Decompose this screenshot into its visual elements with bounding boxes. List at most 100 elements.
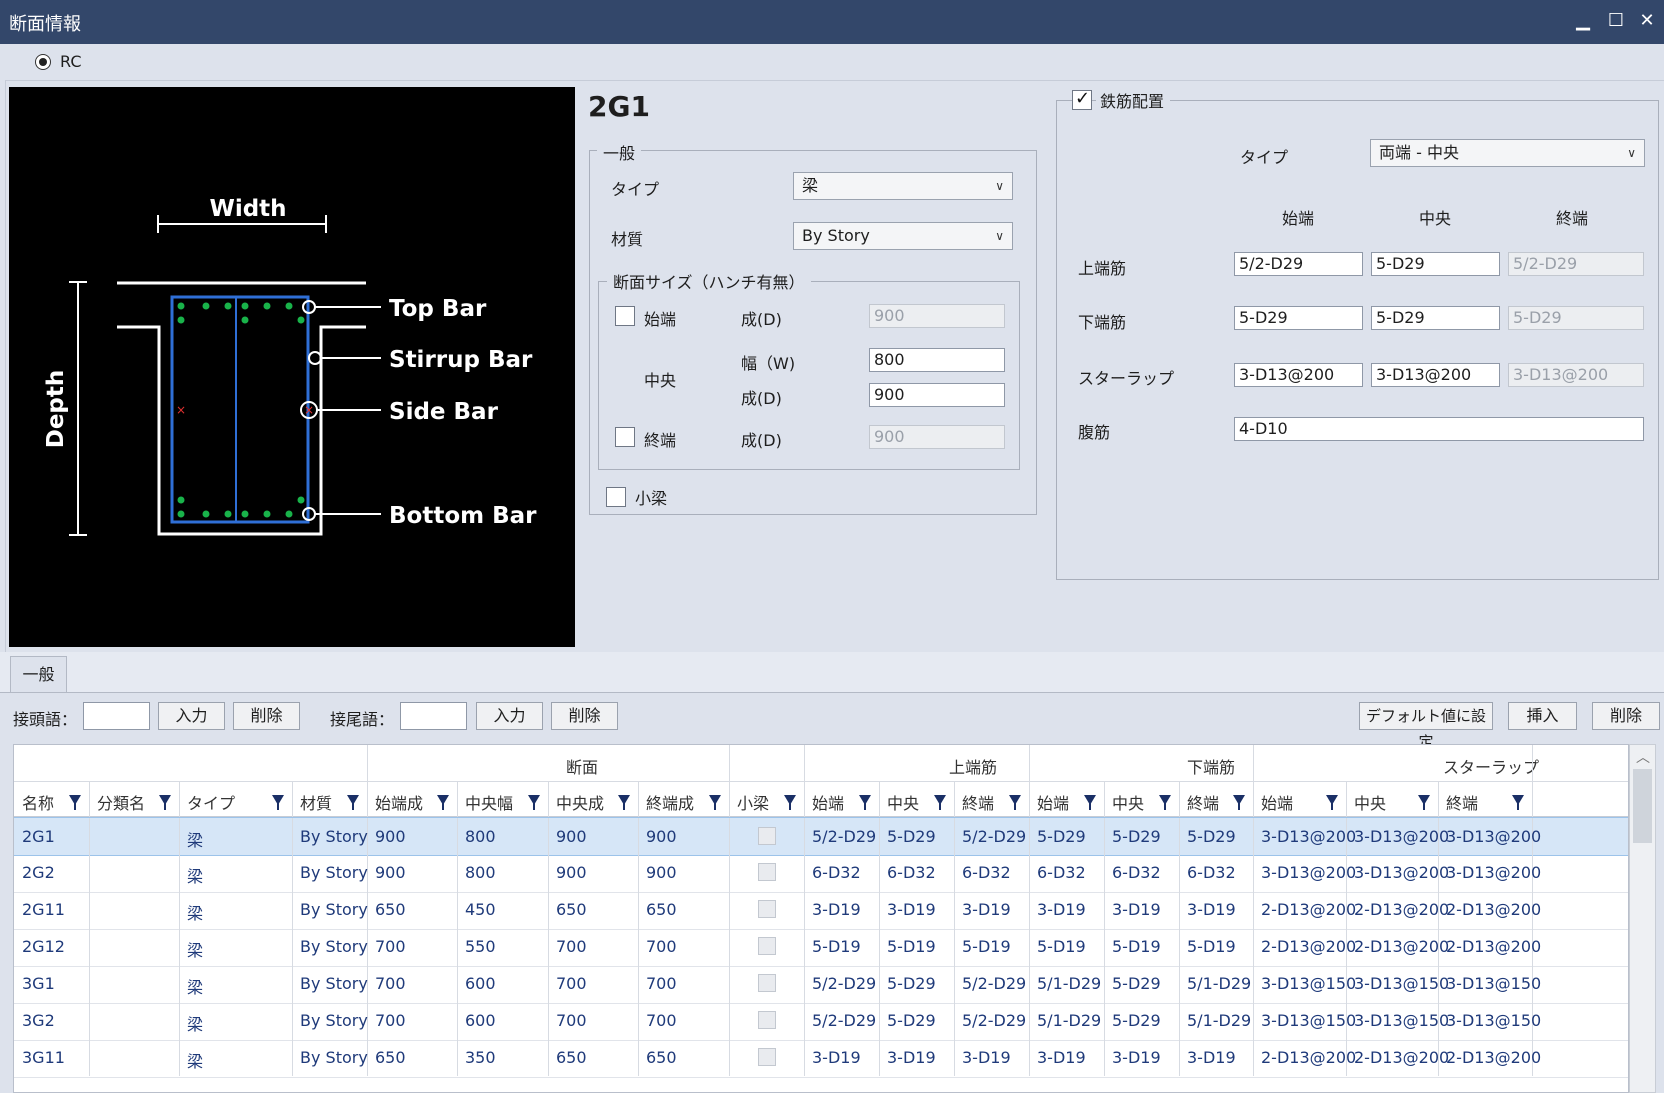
small-beam-cell-checkbox[interactable]: [758, 900, 776, 918]
table-row[interactable]: 2G1 梁 By Story 900 800 900 900 5/2-D29 5-D29 5/2-…: [14, 817, 1628, 856]
cell-stirrup-end[interactable]: 2-D13@200: [1446, 937, 1541, 956]
cell-top-end[interactable]: 5/2-D29: [962, 1011, 1026, 1030]
center-depth-field[interactable]: 900: [869, 383, 1005, 407]
column-header-category[interactable]: 分類名: [97, 790, 145, 814]
stirrup-end-field[interactable]: 3-D13@200: [1508, 363, 1644, 387]
cell-center-depth[interactable]: 700: [556, 974, 587, 993]
top-bar-start-field[interactable]: 5/2-D29: [1234, 252, 1363, 276]
prefix-input[interactable]: [83, 702, 150, 730]
cell-top-end[interactable]: 3-D19: [962, 1048, 1011, 1067]
cell-name[interactable]: 3G11: [22, 1048, 65, 1067]
small-beam-cell-checkbox[interactable]: [758, 863, 776, 881]
cell-bottom-end[interactable]: 5-D29: [1187, 827, 1236, 846]
cell-top-center[interactable]: 3-D19: [887, 1048, 936, 1067]
cell-type[interactable]: 梁: [187, 1011, 203, 1035]
cell-name[interactable]: 2G2: [22, 863, 55, 882]
filter-icon[interactable]: [859, 795, 871, 810]
start-depth-field[interactable]: 900: [869, 304, 1005, 328]
cell-material[interactable]: By Story: [300, 827, 368, 846]
cell-center-depth[interactable]: 900: [556, 827, 587, 846]
table-row[interactable]: 3G11 梁 By Story 650 350 650 650 3-D19 3-D19 3-D19…: [14, 1039, 1628, 1078]
cell-center-depth[interactable]: 700: [556, 1011, 587, 1030]
filter-icon[interactable]: [709, 795, 721, 810]
cell-end-depth[interactable]: 700: [646, 937, 677, 956]
cell-center-width[interactable]: 800: [465, 863, 496, 882]
filter-icon[interactable]: [1233, 795, 1245, 810]
cell-stirrup-start[interactable]: 3-D13@200: [1261, 863, 1356, 882]
cell-stirrup-center[interactable]: 3-D13@150: [1354, 974, 1449, 993]
table-row[interactable]: 2G11 梁 By Story 650 450 650 650 3-D19 3-D19 3-D19…: [14, 891, 1628, 930]
cell-top-end[interactable]: 5/2-D29: [962, 974, 1026, 993]
cell-bottom-center[interactable]: 5-D29: [1112, 827, 1161, 846]
cell-stirrup-start[interactable]: 2-D13@200: [1261, 937, 1356, 956]
cell-end-depth[interactable]: 900: [646, 827, 677, 846]
end-haunch-checkbox[interactable]: [615, 427, 635, 447]
filter-icon[interactable]: [347, 795, 359, 810]
close-icon[interactable]: ✕: [1635, 8, 1659, 34]
column-header-bottom-end[interactable]: 終端: [1187, 790, 1219, 814]
stirrup-start-field[interactable]: 3-D13@200: [1234, 363, 1363, 387]
cell-center-width[interactable]: 800: [465, 827, 496, 846]
prefix-input-button[interactable]: 入力: [158, 702, 225, 730]
column-header-start-depth[interactable]: 始端成: [375, 790, 423, 814]
remove-button[interactable]: 削除: [1592, 702, 1660, 730]
cell-end-depth[interactable]: 700: [646, 974, 677, 993]
bottom-bar-start-field[interactable]: 5-D29: [1234, 306, 1363, 330]
bottom-bar-center-field[interactable]: 5-D29: [1371, 306, 1500, 330]
cell-bottom-center[interactable]: 5-D19: [1112, 937, 1161, 956]
cell-stirrup-center[interactable]: 3-D13@200: [1354, 863, 1449, 882]
column-header-stirrup-end[interactable]: 終端: [1446, 790, 1478, 814]
table-row[interactable]: 3G2 梁 By Story 700 600 700 700 5/2-D29 5-D29 5/2-…: [14, 1002, 1628, 1041]
column-header-material[interactable]: 材質: [300, 790, 332, 814]
filter-icon[interactable]: [1418, 795, 1430, 810]
column-header-type[interactable]: タイプ: [187, 790, 235, 814]
cell-top-center[interactable]: 3-D19: [887, 900, 936, 919]
cell-stirrup-end[interactable]: 3-D13@200: [1446, 827, 1541, 846]
filter-icon[interactable]: [1512, 795, 1524, 810]
cell-top-start[interactable]: 3-D19: [812, 1048, 861, 1067]
cell-material[interactable]: By Story: [300, 1011, 368, 1030]
cell-center-width[interactable]: 600: [465, 1011, 496, 1030]
cell-bottom-center[interactable]: 3-D19: [1112, 900, 1161, 919]
cell-bottom-end[interactable]: 5/1-D29: [1187, 1011, 1251, 1030]
suffix-delete-button[interactable]: 削除: [551, 702, 618, 730]
filter-icon[interactable]: [618, 795, 630, 810]
cell-top-start[interactable]: 5/2-D29: [812, 974, 876, 993]
cell-name[interactable]: 2G12: [22, 937, 65, 956]
cell-name[interactable]: 3G2: [22, 1011, 55, 1030]
cell-center-depth[interactable]: 900: [556, 863, 587, 882]
cell-bottom-end[interactable]: 3-D19: [1187, 1048, 1236, 1067]
filter-icon[interactable]: [1084, 795, 1096, 810]
cell-bottom-center[interactable]: 5-D29: [1112, 974, 1161, 993]
cell-bottom-center[interactable]: 3-D19: [1112, 1048, 1161, 1067]
cell-stirrup-end[interactable]: 3-D13@150: [1446, 974, 1541, 993]
bottom-bar-end-field[interactable]: 5-D29: [1508, 306, 1644, 330]
filter-icon[interactable]: [159, 795, 171, 810]
column-header-top-start[interactable]: 始端: [812, 790, 844, 814]
cell-top-center[interactable]: 5-D29: [887, 1011, 936, 1030]
cell-bottom-start[interactable]: 6-D32: [1037, 863, 1086, 882]
cell-stirrup-start[interactable]: 3-D13@200: [1261, 827, 1356, 846]
suffix-input-button[interactable]: 入力: [476, 702, 543, 730]
cell-top-center[interactable]: 6-D32: [887, 863, 936, 882]
cell-material[interactable]: By Story: [300, 1048, 368, 1067]
cell-type[interactable]: 梁: [187, 1048, 203, 1072]
cell-bottom-start[interactable]: 3-D19: [1037, 1048, 1086, 1067]
column-header-top-center[interactable]: 中央: [887, 790, 919, 814]
center-width-field[interactable]: 800: [869, 348, 1005, 372]
cell-bottom-start[interactable]: 5-D29: [1037, 827, 1086, 846]
cell-stirrup-end[interactable]: 3-D13@150: [1446, 1011, 1541, 1030]
cell-top-start[interactable]: 5/2-D29: [812, 827, 876, 846]
maximize-icon[interactable]: ☐: [1604, 8, 1628, 34]
column-header-bottom-center[interactable]: 中央: [1112, 790, 1144, 814]
cell-end-depth[interactable]: 900: [646, 863, 677, 882]
column-header-center-depth[interactable]: 中央成: [556, 790, 604, 814]
cell-top-center[interactable]: 5-D29: [887, 974, 936, 993]
column-header-bottom-start[interactable]: 始端: [1037, 790, 1069, 814]
cell-top-start[interactable]: 6-D32: [812, 863, 861, 882]
cell-bottom-end[interactable]: 6-D32: [1187, 863, 1236, 882]
cell-type[interactable]: 梁: [187, 900, 203, 924]
cell-center-width[interactable]: 350: [465, 1048, 496, 1067]
cell-start-depth[interactable]: 650: [375, 1048, 406, 1067]
tab-general[interactable]: 一般: [10, 656, 67, 692]
